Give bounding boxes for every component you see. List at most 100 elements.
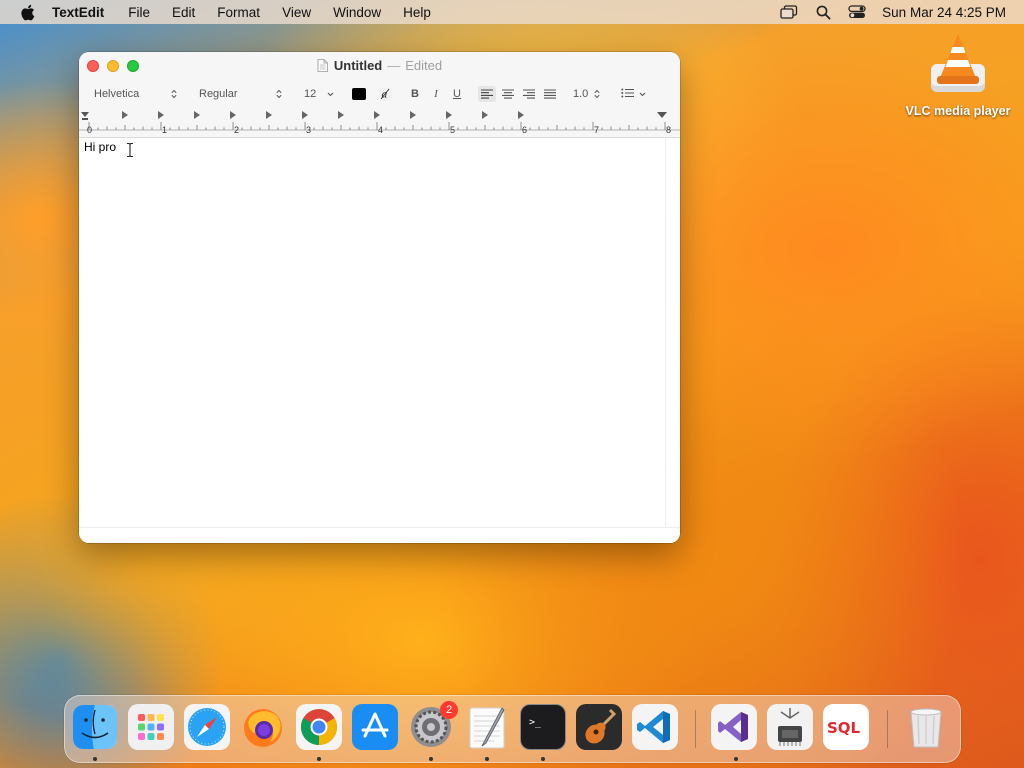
- safari-icon: [188, 708, 226, 746]
- dock-firefox[interactable]: [240, 704, 286, 750]
- dock-system-settings[interactable]: 2: [408, 701, 458, 750]
- tab-stop-marker: [482, 111, 488, 119]
- tab-stop-marker: [338, 111, 344, 119]
- menu-edit[interactable]: Edit: [172, 5, 195, 20]
- dock-separator: [887, 710, 888, 748]
- window-titlebar[interactable]: Untitled — Edited: [79, 52, 680, 80]
- title-separator: —: [387, 58, 401, 73]
- vertical-scrollbar[interactable]: [665, 138, 680, 528]
- menu-format[interactable]: Format: [217, 5, 260, 20]
- justify-button[interactable]: [541, 86, 559, 102]
- line-spacing-popup[interactable]: 1.0: [567, 85, 605, 103]
- screen-mirroring-icon[interactable]: [780, 4, 798, 20]
- sql-icon: SQL: [827, 719, 861, 737]
- dock: 2 >_ SQL: [64, 695, 961, 763]
- font-style-value: Regular: [199, 88, 238, 100]
- running-indicator: [93, 757, 97, 761]
- italic-button[interactable]: I: [429, 86, 443, 102]
- ruler[interactable]: 0 1 2 3 4 5 6 7 8: [79, 108, 680, 138]
- ruler-label: 6: [522, 125, 527, 135]
- horizontal-scrollbar[interactable]: [79, 527, 680, 543]
- list-style-popup[interactable]: [615, 85, 651, 103]
- dock-visual-studio[interactable]: [711, 704, 757, 750]
- dock-safari[interactable]: [184, 704, 230, 750]
- menu-help[interactable]: Help: [403, 5, 431, 20]
- tab-stop-marker: [410, 111, 416, 119]
- bold-button[interactable]: B: [408, 86, 422, 102]
- chevron-down-icon[interactable]: [327, 88, 334, 100]
- dock-vscode[interactable]: [632, 704, 678, 750]
- dock-sql[interactable]: SQL: [823, 704, 869, 750]
- dock-terminal[interactable]: >_: [520, 704, 566, 750]
- document-proxy-icon[interactable]: [317, 59, 328, 72]
- app-menu-textedit[interactable]: TextEdit: [52, 5, 104, 20]
- i-beam-cursor-icon: [126, 142, 134, 158]
- spotlight-search-icon[interactable]: [814, 4, 832, 20]
- line-spacing-value: 1.0: [573, 88, 589, 100]
- chip-icon: [778, 708, 802, 746]
- control-center-icon[interactable]: [848, 4, 866, 20]
- left-indent-marker: [81, 112, 89, 120]
- dock-garageband[interactable]: [576, 704, 622, 750]
- menubar-clock[interactable]: Sun Mar 24 4:25 PM: [882, 5, 1006, 20]
- desktop-icon-label: VLC media player: [905, 104, 1011, 118]
- ruler-label: 5: [450, 125, 455, 135]
- desktop-icon-vlc[interactable]: VLC media player: [900, 32, 1016, 118]
- textedit-icon: [469, 707, 505, 749]
- chrome-icon: [300, 709, 338, 745]
- dock-finder[interactable]: [72, 704, 118, 750]
- tab-stop-marker: [194, 111, 200, 119]
- tab-stop-marker: [266, 111, 272, 119]
- font-size-combo[interactable]: 12: [298, 85, 339, 103]
- underline-button[interactable]: U: [450, 86, 464, 102]
- guitar-icon: [585, 708, 617, 744]
- launchpad-icon: [138, 714, 164, 740]
- highlight-color-button[interactable]: a: [377, 86, 393, 102]
- bulleted-list-icon: [621, 88, 634, 101]
- ruler-label: 2: [234, 125, 239, 135]
- document-text[interactable]: Hi pro: [84, 140, 116, 154]
- window-title: Untitled — Edited: [79, 58, 680, 73]
- dock-launchpad[interactable]: [128, 704, 174, 750]
- font-style-popup[interactable]: Regular: [193, 85, 287, 103]
- apple-menu-icon[interactable]: [18, 3, 36, 21]
- tab-stop-marker: [518, 111, 524, 119]
- dock-separator: [695, 710, 696, 748]
- menu-file[interactable]: File: [128, 5, 150, 20]
- font-family-value: Helvetica: [94, 88, 140, 100]
- align-right-button[interactable]: [520, 86, 538, 102]
- document-page[interactable]: [79, 138, 665, 526]
- updown-chevron-icon: [171, 89, 177, 99]
- textedit-window: Untitled—Edited Helvetica Regular 12 a B…: [79, 52, 680, 543]
- trash-icon: [910, 708, 942, 748]
- ruler-label: 1: [162, 125, 167, 135]
- dock-trash[interactable]: [903, 704, 949, 750]
- updown-chevron-icon: [276, 89, 282, 99]
- ruler-label: 0: [87, 125, 92, 135]
- dock-system-information[interactable]: [767, 704, 813, 750]
- running-indicator: [485, 757, 489, 761]
- text-color-button[interactable]: [351, 86, 367, 102]
- document-title: Untitled: [333, 58, 383, 73]
- vlc-cone-icon: [928, 32, 988, 98]
- ruler-label: 4: [378, 125, 383, 135]
- align-center-button[interactable]: [499, 86, 517, 102]
- align-left-button[interactable]: [478, 86, 496, 102]
- dock-textedit[interactable]: [464, 704, 510, 750]
- dock-chrome[interactable]: [296, 704, 342, 750]
- visual-studio-icon: [718, 712, 748, 742]
- text-color-swatch: [352, 88, 366, 100]
- finder-icon: [73, 705, 117, 749]
- right-margin-marker: [657, 112, 667, 118]
- running-indicator: [734, 757, 738, 761]
- menu-view[interactable]: View: [282, 5, 311, 20]
- font-family-popup[interactable]: Helvetica: [88, 85, 182, 103]
- font-size-value: 12: [304, 88, 317, 100]
- tab-stop-marker: [374, 111, 380, 119]
- menu-window[interactable]: Window: [333, 5, 381, 20]
- updown-chevron-icon: [594, 89, 600, 99]
- dock-app-store[interactable]: [352, 704, 398, 750]
- tab-stop-marker: [302, 111, 308, 119]
- tab-stop-marker: [158, 111, 164, 119]
- menu-bar: TextEdit File Edit Format View Window He…: [0, 0, 1024, 24]
